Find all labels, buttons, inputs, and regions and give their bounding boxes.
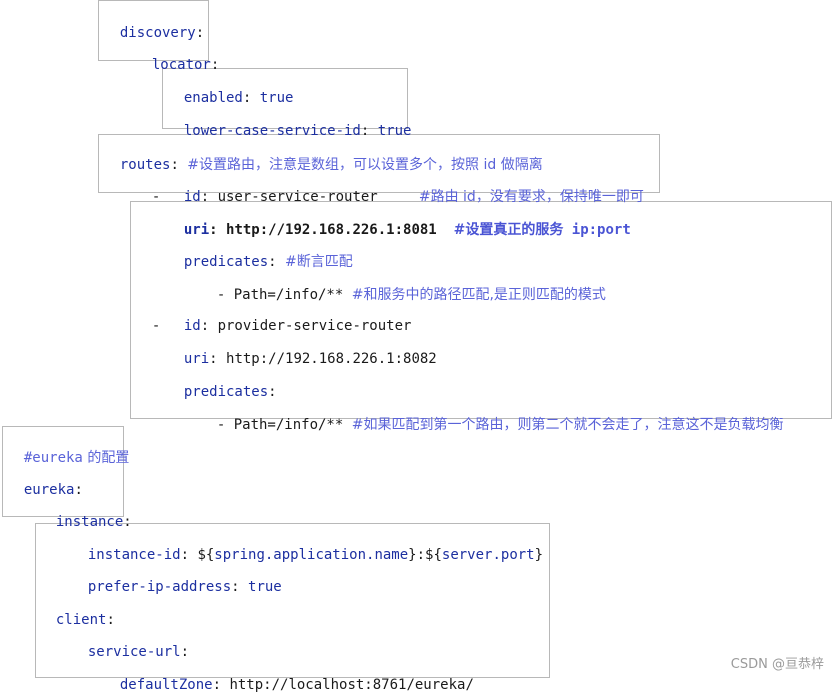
route2-path-line: - Path=/info/** #如果匹配到第一个路由，则第二个就不会走了，注意… bbox=[200, 398, 784, 433]
route2-uri-line: uri: http://192.168.226.1:8082 bbox=[183, 351, 437, 367]
route2-dash: - bbox=[151, 318, 161, 334]
default-zone-value: http://localhost:8761/eureka/ bbox=[229, 677, 474, 693]
route1-uri-comment-code: ip:port bbox=[571, 222, 631, 238]
eureka-line: eureka: bbox=[23, 482, 83, 498]
route1-uri-comment: #设置真正的服务 bbox=[453, 222, 564, 238]
locator-line: locator: bbox=[151, 57, 220, 73]
route2-predicates-line: predicates: bbox=[183, 384, 277, 400]
route1-id-kv: id: user-service-router bbox=[183, 189, 378, 205]
route2-dash-line: - bbox=[135, 299, 160, 334]
eureka-comment-line: #eureka 的配置 bbox=[7, 431, 129, 466]
lower-case-key: lower-case-service-id bbox=[183, 123, 361, 139]
route1-path-line: - Path=/info/** #和服务中的路径匹配,是正则匹配的模式 bbox=[200, 268, 606, 303]
instance-id-line: instance-id: ${spring.application.name}:… bbox=[87, 547, 544, 563]
route1-id-line: - bbox=[135, 170, 160, 205]
prefer-ip-value: true bbox=[248, 579, 282, 595]
enabled-line: enabled: true bbox=[183, 90, 294, 106]
route2-path-comment: #如果匹配到第一个路由，则第二个就不会走了，注意这不是负载均衡 bbox=[351, 417, 784, 433]
csdn-watermark: CSDN @亘恭梓 bbox=[730, 657, 824, 672]
route1-uri-line: uri: http://192.168.226.1:8081 #设置真正的服务 … bbox=[183, 222, 631, 238]
route1-predicates-line: predicates: #断言匹配 bbox=[183, 254, 353, 270]
route1-id-comment-line: #路由 id，没有要求，保持唯一即可 bbox=[402, 170, 644, 205]
client-line: client: bbox=[55, 612, 115, 628]
eureka-comment-cn: 的配置 bbox=[87, 450, 130, 466]
default-zone-line: defaultZone: http://localhost:8761/eurek… bbox=[119, 677, 474, 693]
instance-id-mid: }:${ bbox=[408, 547, 442, 563]
prefer-ip-line: prefer-ip-address: true bbox=[87, 579, 282, 595]
instance-id-suffix: } bbox=[534, 547, 544, 563]
default-zone-key: defaultZone bbox=[119, 677, 213, 693]
lower-case-value: true bbox=[377, 123, 412, 139]
instance-line: instance: bbox=[55, 514, 132, 530]
lower-case-line: lower-case-service-id: true bbox=[183, 123, 412, 139]
route2-id-line: id: provider-service-router bbox=[183, 318, 412, 334]
discovery-line: discovery: bbox=[119, 25, 205, 41]
route1-dash: - bbox=[151, 189, 161, 205]
route2-path-item: - Path=/info/** bbox=[216, 417, 344, 433]
routes-line: routes: #设置路由，注意是数组，可以设置多个，按照 id 做隔离 bbox=[119, 157, 543, 173]
instance-id-ref2: server.port bbox=[441, 547, 535, 563]
service-url-line: service-url: bbox=[87, 644, 190, 660]
